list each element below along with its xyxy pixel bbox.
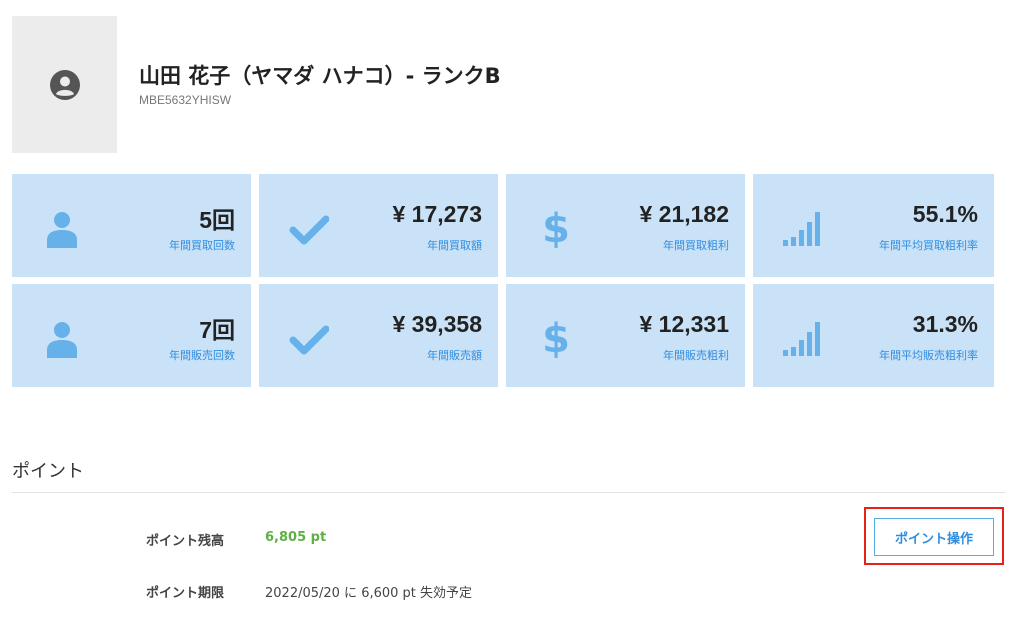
stat-label: 年間買取粗利 — [663, 239, 729, 252]
points-section-title: ポイント — [12, 461, 84, 482]
svg-text:$: $ — [542, 318, 570, 358]
stat-value: 7回 — [199, 317, 235, 343]
stat-value: ¥ 17,273 — [392, 201, 482, 227]
check-icon — [289, 208, 329, 248]
dollar-icon: $ — [536, 318, 576, 358]
stat-label: 年間平均販売粗利率 — [879, 349, 978, 362]
stat-annual-sales-count: 7回 年間販売回数 — [12, 284, 251, 387]
user-circle-icon — [49, 69, 80, 100]
stat-annual-sales-amount: ¥ 39,358 年間販売額 — [259, 284, 498, 387]
dollar-icon: $ — [536, 208, 576, 248]
signal-bars-icon — [783, 318, 823, 358]
stat-value: ¥ 12,331 — [639, 311, 729, 337]
stat-label: 年間平均買取粗利率 — [879, 239, 978, 252]
user-icon — [42, 208, 82, 248]
stat-annual-sales-profit: $ ¥ 12,331 年間販売粗利 — [506, 284, 745, 387]
stat-label: 年間買取額 — [427, 239, 482, 252]
point-expiry-label: ポイント期限 — [146, 586, 225, 601]
stat-label: 年間販売額 — [427, 349, 482, 362]
stat-value: 55.1% — [912, 201, 978, 227]
stat-annual-purchase-margin: 55.1% 年間平均買取粗利率 — [753, 174, 994, 277]
stat-value: ¥ 21,182 — [639, 201, 729, 227]
avatar — [12, 16, 117, 153]
customer-name: 山田 花子（ヤマダ ハナコ）- ランクB — [139, 64, 501, 88]
point-operation-button[interactable]: ポイント操作 — [874, 518, 994, 556]
point-balance-value: 6,805 pt — [265, 530, 327, 545]
stat-label: 年間販売粗利 — [663, 349, 729, 362]
stat-value: 31.3% — [912, 311, 978, 337]
stat-annual-purchase-amount: ¥ 17,273 年間買取額 — [259, 174, 498, 277]
point-expiry-value: 2022/05/20 に 6,600 pt 失効予定 — [265, 586, 473, 601]
stat-value: 5回 — [199, 207, 235, 233]
stat-annual-purchase-count: 5回 年間買取回数 — [12, 174, 251, 277]
member-id: MBE5632YHISW — [139, 93, 232, 107]
stat-label: 年間買取回数 — [169, 239, 235, 252]
signal-bars-icon — [783, 208, 823, 248]
svg-text:$: $ — [542, 208, 570, 248]
stat-value: ¥ 39,358 — [392, 311, 482, 337]
stat-label: 年間販売回数 — [169, 349, 235, 362]
user-icon — [42, 318, 82, 358]
stat-annual-sales-margin: 31.3% 年間平均販売粗利率 — [753, 284, 994, 387]
point-balance-label: ポイント残高 — [146, 534, 225, 549]
stats-grid: 5回 年間買取回数 ¥ 17,273 年間買取額 $ ¥ 21,182 年間買取… — [12, 174, 994, 387]
check-icon — [289, 318, 329, 358]
stat-annual-purchase-profit: $ ¥ 21,182 年間買取粗利 — [506, 174, 745, 277]
section-divider — [12, 492, 1006, 493]
